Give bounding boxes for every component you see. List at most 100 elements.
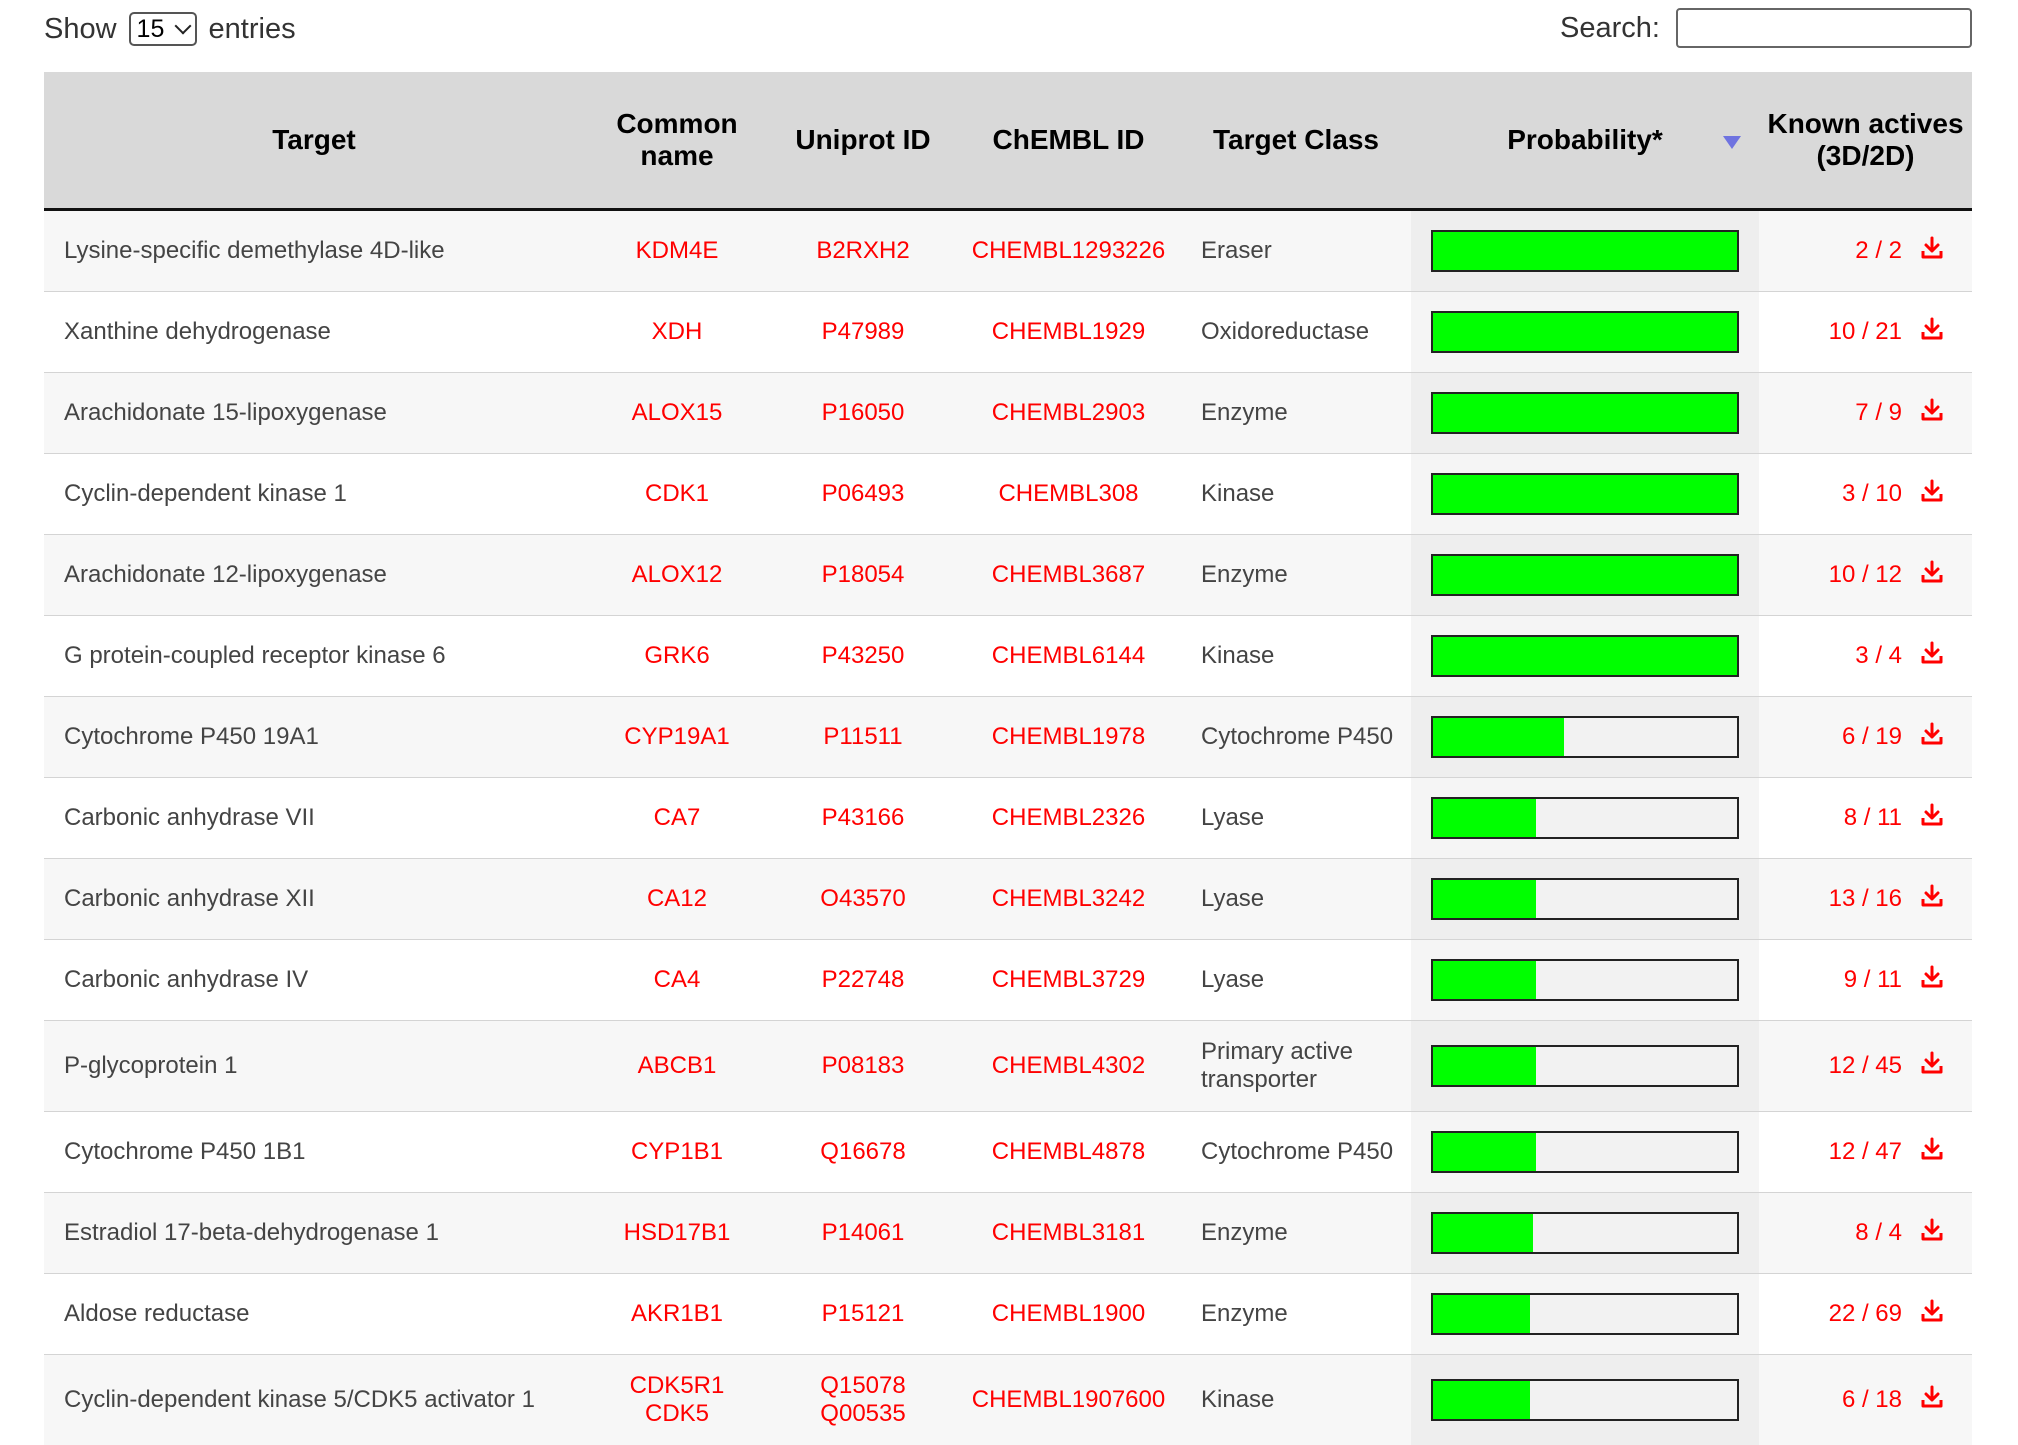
probability-bar bbox=[1431, 635, 1739, 677]
known-actives-count[interactable]: 12 / 47 bbox=[1829, 1137, 1902, 1164]
common-name-link[interactable]: CA4 bbox=[584, 940, 770, 1021]
entries-select[interactable]: 15 bbox=[129, 12, 197, 46]
known-actives-count[interactable]: 3 / 4 bbox=[1855, 641, 1902, 668]
uniprot-id-link[interactable]: P43166 bbox=[770, 778, 956, 859]
chembl-id-link[interactable]: CHEMBL2326 bbox=[956, 778, 1181, 859]
probability-cell bbox=[1411, 373, 1759, 454]
uniprot-id-link[interactable]: B2RXH2 bbox=[770, 210, 956, 292]
chembl-id-link[interactable]: CHEMBL3687 bbox=[956, 535, 1181, 616]
download-icon[interactable] bbox=[1920, 965, 1944, 996]
download-icon[interactable] bbox=[1920, 884, 1944, 915]
known-actives-cell: 10 / 21 bbox=[1759, 292, 1972, 373]
download-icon[interactable] bbox=[1920, 1218, 1944, 1249]
header-probability[interactable]: Probability* bbox=[1411, 72, 1759, 210]
common-name-link[interactable]: ABCB1 bbox=[584, 1021, 770, 1112]
chembl-id-link[interactable]: CHEMBL2903 bbox=[956, 373, 1181, 454]
common-name-link[interactable]: KDM4E bbox=[584, 210, 770, 292]
chembl-id-link[interactable]: CHEMBL6144 bbox=[956, 616, 1181, 697]
chembl-id-link[interactable]: CHEMBL3729 bbox=[956, 940, 1181, 1021]
uniprot-id-link[interactable]: P18054 bbox=[770, 535, 956, 616]
uniprot-id-link[interactable]: P43250 bbox=[770, 616, 956, 697]
known-actives-count[interactable]: 6 / 18 bbox=[1842, 1385, 1902, 1412]
header-chembl-id[interactable]: ChEMBL ID bbox=[956, 72, 1181, 210]
chembl-id-link[interactable]: CHEMBL1907600 bbox=[956, 1355, 1181, 1445]
known-actives-count[interactable]: 13 / 16 bbox=[1829, 884, 1902, 911]
target-name-cell: Cytochrome P450 1B1 bbox=[44, 1112, 584, 1193]
uniprot-id-link[interactable]: P08183 bbox=[770, 1021, 956, 1112]
download-icon[interactable] bbox=[1920, 641, 1944, 672]
header-common-name[interactable]: Common name bbox=[584, 72, 770, 210]
uniprot-id-link[interactable]: P47989 bbox=[770, 292, 956, 373]
known-actives-count[interactable]: 12 / 45 bbox=[1829, 1051, 1902, 1078]
download-icon[interactable] bbox=[1920, 1137, 1944, 1168]
download-icon[interactable] bbox=[1920, 317, 1944, 348]
uniprot-id-link[interactable]: Q16678 bbox=[770, 1112, 956, 1193]
common-name-link[interactable]: AKR1B1 bbox=[584, 1274, 770, 1355]
known-actives-count[interactable]: 9 / 11 bbox=[1844, 965, 1902, 992]
common-name-link[interactable]: XDH bbox=[584, 292, 770, 373]
known-actives-count[interactable]: 6 / 19 bbox=[1842, 722, 1902, 749]
known-actives-count[interactable]: 7 / 9 bbox=[1855, 398, 1902, 425]
known-actives-cell: 10 / 12 bbox=[1759, 535, 1972, 616]
common-name-link[interactable]: CYP19A1 bbox=[584, 697, 770, 778]
download-icon[interactable] bbox=[1920, 560, 1944, 591]
uniprot-id-link[interactable]: P16050 bbox=[770, 373, 956, 454]
common-name-link[interactable]: ALOX15 bbox=[584, 373, 770, 454]
uniprot-id-link[interactable]: P11511 bbox=[770, 697, 956, 778]
common-name-link[interactable]: CA7 bbox=[584, 778, 770, 859]
header-target[interactable]: Target bbox=[44, 72, 584, 210]
search-input[interactable] bbox=[1676, 8, 1972, 48]
download-icon[interactable] bbox=[1920, 398, 1944, 429]
probability-cell bbox=[1411, 940, 1759, 1021]
header-probability-label: Probability* bbox=[1507, 124, 1663, 155]
chembl-id-link[interactable]: CHEMBL4878 bbox=[956, 1112, 1181, 1193]
download-icon[interactable] bbox=[1920, 722, 1944, 753]
common-name-link[interactable]: CA12 bbox=[584, 859, 770, 940]
uniprot-id-link[interactable]: O43570 bbox=[770, 859, 956, 940]
known-actives-count[interactable]: 22 / 69 bbox=[1829, 1299, 1902, 1326]
probability-bar bbox=[1431, 554, 1739, 596]
download-icon[interactable] bbox=[1920, 479, 1944, 510]
uniprot-id-link[interactable]: P06493 bbox=[770, 454, 956, 535]
download-icon[interactable] bbox=[1920, 803, 1944, 834]
common-name-link[interactable]: ALOX12 bbox=[584, 535, 770, 616]
known-actives-count[interactable]: 2 / 2 bbox=[1855, 236, 1902, 263]
chembl-id-link[interactable]: CHEMBL1293226 bbox=[956, 210, 1181, 292]
known-actives-cell: 6 / 18 bbox=[1759, 1355, 1972, 1445]
chembl-id-link[interactable]: CHEMBL4302 bbox=[956, 1021, 1181, 1112]
header-target-class[interactable]: Target Class bbox=[1181, 72, 1411, 210]
chembl-id-link[interactable]: CHEMBL1900 bbox=[956, 1274, 1181, 1355]
chembl-id-link[interactable]: CHEMBL3242 bbox=[956, 859, 1181, 940]
download-icon[interactable] bbox=[1920, 1385, 1944, 1416]
probability-bar-fill bbox=[1433, 394, 1737, 432]
probability-bar-fill bbox=[1433, 1047, 1536, 1085]
target-class-cell: Kinase bbox=[1181, 1355, 1411, 1445]
known-actives-count[interactable]: 8 / 4 bbox=[1855, 1218, 1902, 1245]
known-actives-count[interactable]: 10 / 21 bbox=[1829, 317, 1902, 344]
uniprot-id-link[interactable]: P22748 bbox=[770, 940, 956, 1021]
uniprot-id-link[interactable]: P15121 bbox=[770, 1274, 956, 1355]
header-known-actives[interactable]: Known actives (3D/2D) bbox=[1759, 72, 1972, 210]
known-actives-count[interactable]: 8 / 11 bbox=[1844, 803, 1902, 830]
uniprot-id-link[interactable]: Q15078 Q00535 bbox=[770, 1355, 956, 1445]
chembl-id-link[interactable]: CHEMBL1929 bbox=[956, 292, 1181, 373]
sort-desc-icon bbox=[1723, 136, 1741, 149]
common-name-link[interactable]: CDK5R1 CDK5 bbox=[584, 1355, 770, 1445]
common-name-link[interactable]: GRK6 bbox=[584, 616, 770, 697]
common-name-link[interactable]: HSD17B1 bbox=[584, 1193, 770, 1274]
probability-cell bbox=[1411, 1112, 1759, 1193]
header-uniprot-id[interactable]: Uniprot ID bbox=[770, 72, 956, 210]
known-actives-count[interactable]: 10 / 12 bbox=[1829, 560, 1902, 587]
probability-cell bbox=[1411, 1274, 1759, 1355]
known-actives-count[interactable]: 3 / 10 bbox=[1842, 479, 1902, 506]
download-icon[interactable] bbox=[1920, 1051, 1944, 1082]
download-icon[interactable] bbox=[1920, 236, 1944, 267]
common-name-link[interactable]: CDK1 bbox=[584, 454, 770, 535]
chembl-id-link[interactable]: CHEMBL3181 bbox=[956, 1193, 1181, 1274]
known-actives-cell: 8 / 11 bbox=[1759, 778, 1972, 859]
common-name-link[interactable]: CYP1B1 bbox=[584, 1112, 770, 1193]
download-icon[interactable] bbox=[1920, 1299, 1944, 1330]
chembl-id-link[interactable]: CHEMBL308 bbox=[956, 454, 1181, 535]
uniprot-id-link[interactable]: P14061 bbox=[770, 1193, 956, 1274]
chembl-id-link[interactable]: CHEMBL1978 bbox=[956, 697, 1181, 778]
